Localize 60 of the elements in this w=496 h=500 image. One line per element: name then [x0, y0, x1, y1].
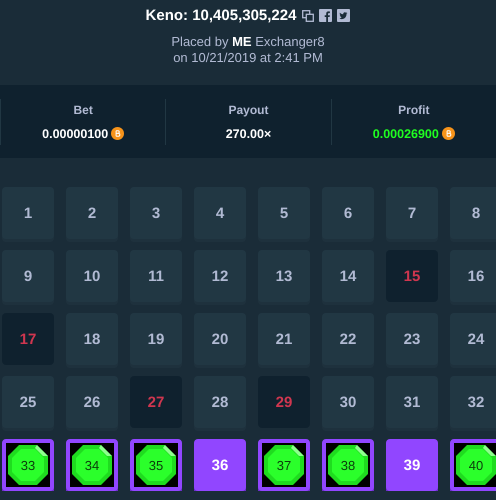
keno-tile[interactable]: 17 [2, 313, 54, 365]
keno-tile[interactable]: 34 [66, 439, 118, 491]
stat-value: 0.00000100 [42, 126, 108, 140]
keno-tile[interactable]: 35 [130, 439, 182, 491]
keno-tile[interactable]: 15 [386, 250, 438, 302]
stat-label: Bet [73, 102, 93, 116]
keno-tile[interactable]: 24 [450, 313, 496, 365]
keno-tile[interactable]: 16 [450, 250, 496, 302]
keno-tile[interactable]: 27 [130, 376, 182, 428]
keno-tile[interactable]: 20 [194, 313, 246, 365]
keno-tile[interactable]: 19 [130, 313, 182, 365]
stat-label: Payout [228, 102, 268, 116]
keno-tile[interactable]: 26 [66, 376, 118, 428]
keno-tile[interactable]: 21 [258, 313, 310, 365]
keno-tile[interactable]: 39 [386, 439, 438, 491]
keno-tile[interactable]: 13 [258, 250, 310, 302]
bet-date: on 10/21/2019 at 2:41 PM [173, 50, 323, 65]
gem-icon [7, 444, 49, 486]
gem-icon [71, 444, 113, 486]
keno-tile[interactable]: 25 [2, 376, 54, 428]
keno-tile[interactable]: 22 [322, 313, 374, 365]
gem-icon [135, 444, 177, 486]
stat-value: 0.00026900 [372, 126, 439, 140]
keno-tile[interactable]: 18 [66, 313, 118, 365]
gem-icon [327, 444, 369, 486]
keno-tile[interactable]: 11 [130, 250, 182, 302]
keno-tile[interactable]: 4 [194, 187, 246, 239]
keno-tile[interactable]: 12 [194, 250, 246, 302]
bitcoin-icon [111, 126, 124, 140]
placed-by-text: Placed by ME Exchanger8 [171, 34, 325, 49]
keno-tile[interactable]: 1 [2, 187, 54, 239]
keno-tile[interactable]: 23 [386, 313, 438, 365]
keno-tile[interactable]: 3 [130, 187, 182, 239]
keno-tile[interactable]: 28 [194, 376, 246, 428]
keno-tile[interactable]: 32 [450, 376, 496, 428]
gem-icon [455, 444, 496, 486]
bet-title: Keno: 10,405,305,224 [146, 7, 296, 24]
facebook-icon[interactable] [319, 9, 332, 22]
stat-value: 270.00× [226, 126, 272, 140]
keno-tile[interactable]: 33 [2, 439, 54, 491]
twitter-icon[interactable] [337, 9, 350, 22]
keno-tile[interactable]: 9 [2, 250, 54, 302]
keno-tile[interactable]: 29 [258, 376, 310, 428]
keno-tile[interactable]: 38 [322, 439, 374, 491]
keno-tile[interactable]: 31 [386, 376, 438, 428]
copy-icon[interactable] [302, 10, 314, 22]
keno-tile[interactable]: 8 [450, 187, 496, 239]
keno-tile[interactable]: 5 [258, 187, 310, 239]
stat-label: Profit [398, 102, 430, 116]
keno-tile[interactable]: 37 [258, 439, 310, 491]
keno-tile[interactable]: 6 [322, 187, 374, 239]
bitcoin-icon [442, 126, 455, 140]
keno-tile[interactable]: 7 [386, 187, 438, 239]
keno-tile[interactable]: 14 [322, 250, 374, 302]
keno-tile[interactable]: 10 [66, 250, 118, 302]
gem-icon [263, 444, 305, 486]
keno-tile[interactable]: 36 [194, 439, 246, 491]
keno-tile[interactable]: 2 [66, 187, 118, 239]
keno-tile[interactable]: 30 [322, 376, 374, 428]
keno-tile[interactable]: 40 [450, 439, 496, 491]
